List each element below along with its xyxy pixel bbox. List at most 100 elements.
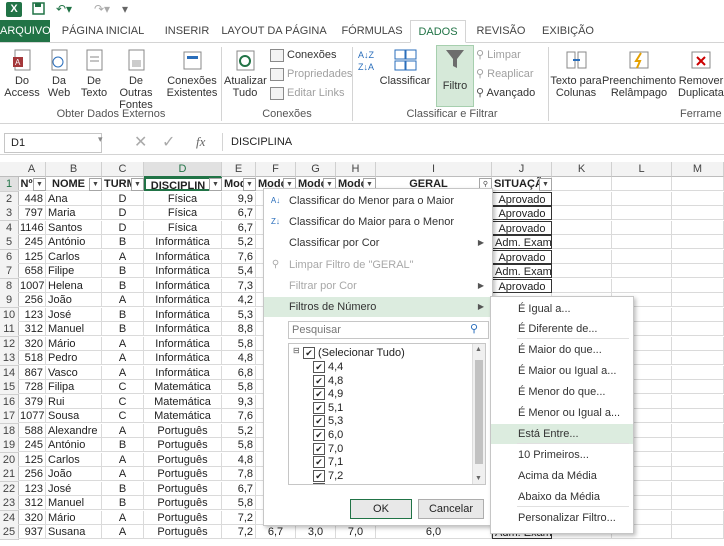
table-cell[interactable]: Português [144,510,222,525]
empty-cell[interactable] [612,220,672,235]
submenu-item[interactable]: É Igual a... [491,299,633,319]
table-cell[interactable]: Vasco [46,365,102,380]
select-all-corner[interactable] [0,162,19,177]
table-cell[interactable]: Física [144,220,222,235]
table-cell[interactable]: 312 [18,322,46,336]
table-cell[interactable]: Informática [144,264,222,278]
filter-value-checkbox[interactable]: ✔ 4,4 [313,360,343,374]
empty-cell[interactable] [672,293,724,307]
avancado-button[interactable]: ⚲ Avançado [476,85,535,101]
table-cell[interactable]: D [102,220,144,235]
scroll-up-icon[interactable]: ▲ [475,346,482,353]
table-cell[interactable]: 245 [18,235,46,249]
row-header[interactable]: 8 [0,278,19,294]
tree-collapse-icon[interactable]: ⊟ [293,346,300,355]
table-cell[interactable]: B [102,307,144,322]
table-cell[interactable]: A [102,467,144,481]
table-cell[interactable]: A [102,525,144,539]
table-cell[interactable]: Português [144,452,222,467]
table-cell[interactable]: 4,8 [222,452,256,467]
empty-cell[interactable] [552,206,612,220]
table-cell[interactable]: 125 [18,249,46,264]
filter-value-checkbox[interactable]: ✔ 4,8 [313,374,343,388]
table-cell[interactable]: 320 [18,336,46,351]
table-cell[interactable]: Filipe [46,264,102,278]
empty-cell[interactable] [672,191,724,206]
empty-cell[interactable] [552,177,612,191]
empty-cell[interactable] [612,249,672,264]
table-cell[interactable]: Pedro [46,351,102,365]
table-cell[interactable]: Informática [144,365,222,380]
filter-value-checkbox[interactable]: ✔7,3 [313,482,343,484]
tab-dados[interactable]: DADOS [410,20,466,43]
table-cell[interactable]: 9,3 [222,394,256,409]
table-cell[interactable]: 6,0 [376,525,492,539]
preenchimento-relampago-button[interactable]: Preenchimento Relâmpago [602,47,676,99]
row-header[interactable]: 10 [0,307,19,323]
empty-cell[interactable] [672,510,724,525]
table-cell[interactable]: Matemática [144,409,222,423]
table-cell[interactable]: A [102,336,144,351]
filter-dropdown-icon[interactable]: ▼ [89,178,102,191]
table-cell[interactable]: Aprovado [492,191,552,206]
da-web-button[interactable]: Da Web [42,47,76,99]
table-cell[interactable]: 6,7 [222,220,256,235]
table-cell[interactable]: Informática [144,293,222,307]
table-cell[interactable]: 518 [18,351,46,365]
table-cell[interactable]: José [46,307,102,322]
column-header-I[interactable]: I [376,162,492,177]
empty-cell[interactable] [552,235,612,249]
submenu-item[interactable]: Abaixo da Média [491,487,633,507]
table-cell[interactable]: 5,8 [222,438,256,452]
row-header[interactable]: 6 [0,249,19,265]
empty-cell[interactable] [552,249,612,264]
table-cell[interactable]: Matemática [144,394,222,409]
table-cell[interactable]: António [46,235,102,249]
table-cell[interactable]: 320 [18,510,46,525]
table-cell[interactable]: 658 [18,264,46,278]
row-header[interactable]: 19 [0,438,19,453]
row-header[interactable]: 21 [0,467,19,482]
row-header[interactable]: 12 [0,336,19,352]
submenu-item[interactable]: É Diferente de... [491,319,633,339]
filter-value-checkbox[interactable]: ✔ 5,1 [313,401,343,415]
tab-arquivo[interactable]: ARQUIVO [0,20,51,42]
limpar-button[interactable]: ⚲ Limpar [476,47,521,63]
table-cell[interactable]: Sousa [46,409,102,423]
table-cell[interactable]: 5,8 [222,380,256,394]
empty-cell[interactable] [672,249,724,264]
empty-cell[interactable] [612,206,672,220]
row-header[interactable]: 2 [0,191,19,207]
submenu-item[interactable]: É Maior do que... [491,340,633,360]
table-cell[interactable]: B [102,278,144,293]
table-cell[interactable]: Português [144,423,222,438]
table-cell[interactable]: 256 [18,293,46,307]
empty-cell[interactable] [672,467,724,481]
tab-inserir[interactable]: INSERIR [156,20,218,42]
save-icon[interactable] [32,2,45,18]
submenu-item[interactable]: 10 Primeiros... [491,445,633,465]
row-header[interactable]: 14 [0,365,19,381]
table-cell[interactable]: 937 [18,525,46,539]
table-cell[interactable]: Carlos [46,249,102,264]
table-cell[interactable]: 4,2 [222,293,256,307]
table-cell[interactable]: 7,6 [222,249,256,264]
empty-cell[interactable] [672,177,724,191]
table-cell[interactable]: Aprovado [492,249,552,264]
empty-cell[interactable] [552,191,612,206]
menu-filter-by-color[interactable]: Filtrar por Cor ▶ [264,276,492,296]
table-cell[interactable]: Ana [46,191,102,206]
table-cell[interactable]: 867 [18,365,46,380]
table-cell[interactable]: 6,7 [222,206,256,220]
table-cell[interactable]: Informática [144,249,222,264]
table-cell[interactable]: 1146 [18,220,46,235]
table-cell[interactable]: 728 [18,380,46,394]
table-cell[interactable]: Informática [144,351,222,365]
table-cell[interactable]: 5,2 [222,235,256,249]
filter-search-input[interactable]: Pesquisar [288,321,489,339]
do-access-button[interactable]: A Do Access [2,47,42,99]
empty-cell[interactable] [672,220,724,235]
column-header-K[interactable]: K [552,162,612,177]
table-cell[interactable]: Manuel [46,496,102,510]
column-header-A[interactable]: A [18,162,46,177]
